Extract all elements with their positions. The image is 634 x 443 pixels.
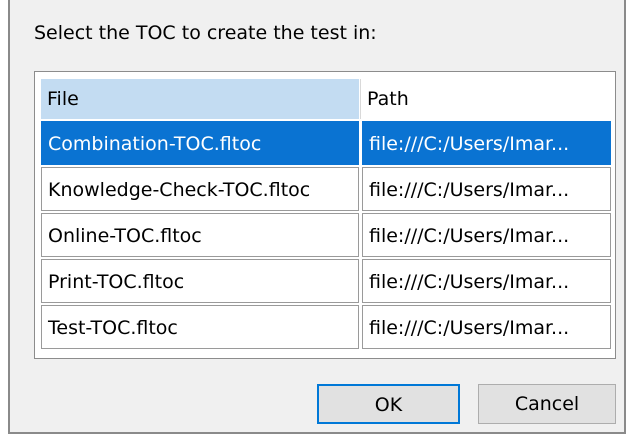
row-path-cell: file:///C:/Users/Imar...: [362, 167, 611, 211]
row-path-cell: file:///C:/Users/Imar...: [362, 213, 611, 257]
row-file-cell: Print-TOC.fltoc: [41, 259, 359, 303]
cancel-button[interactable]: Cancel: [478, 384, 616, 424]
row-file-cell: Knowledge-Check-TOC.fltoc: [41, 167, 359, 211]
row-file-cell: Online-TOC.fltoc: [41, 213, 359, 257]
column-header-path[interactable]: Path: [360, 79, 611, 119]
select-toc-dialog: Select the TOC to create the test in: Fi…: [8, 0, 626, 434]
screenshot-frame: Select the TOC to create the test in: Fi…: [0, 0, 634, 443]
list-header: File Path: [41, 79, 611, 119]
table-row[interactable]: Combination-TOC.fltoc file:///C:/Users/I…: [41, 121, 611, 165]
row-path-cell: file:///C:/Users/Imar...: [362, 259, 611, 303]
row-path-cell: file:///C:/Users/Imar...: [362, 305, 611, 349]
list-rows: Combination-TOC.fltoc file:///C:/Users/I…: [41, 121, 611, 351]
row-file-cell: Test-TOC.fltoc: [41, 305, 359, 349]
table-row[interactable]: Online-TOC.fltoc file:///C:/Users/Imar..…: [41, 213, 611, 257]
dialog-prompt: Select the TOC to create the test in:: [34, 22, 377, 44]
column-header-file[interactable]: File: [41, 79, 360, 119]
ok-button[interactable]: OK: [317, 384, 460, 424]
table-row[interactable]: Test-TOC.fltoc file:///C:/Users/Imar...: [41, 305, 611, 349]
row-file-cell: Combination-TOC.fltoc: [41, 121, 359, 165]
row-path-cell: file:///C:/Users/Imar...: [362, 121, 611, 165]
table-row[interactable]: Knowledge-Check-TOC.fltoc file:///C:/Use…: [41, 167, 611, 211]
table-row[interactable]: Print-TOC.fltoc file:///C:/Users/Imar...: [41, 259, 611, 303]
toc-list[interactable]: File Path Combination-TOC.fltoc file:///…: [34, 71, 616, 359]
